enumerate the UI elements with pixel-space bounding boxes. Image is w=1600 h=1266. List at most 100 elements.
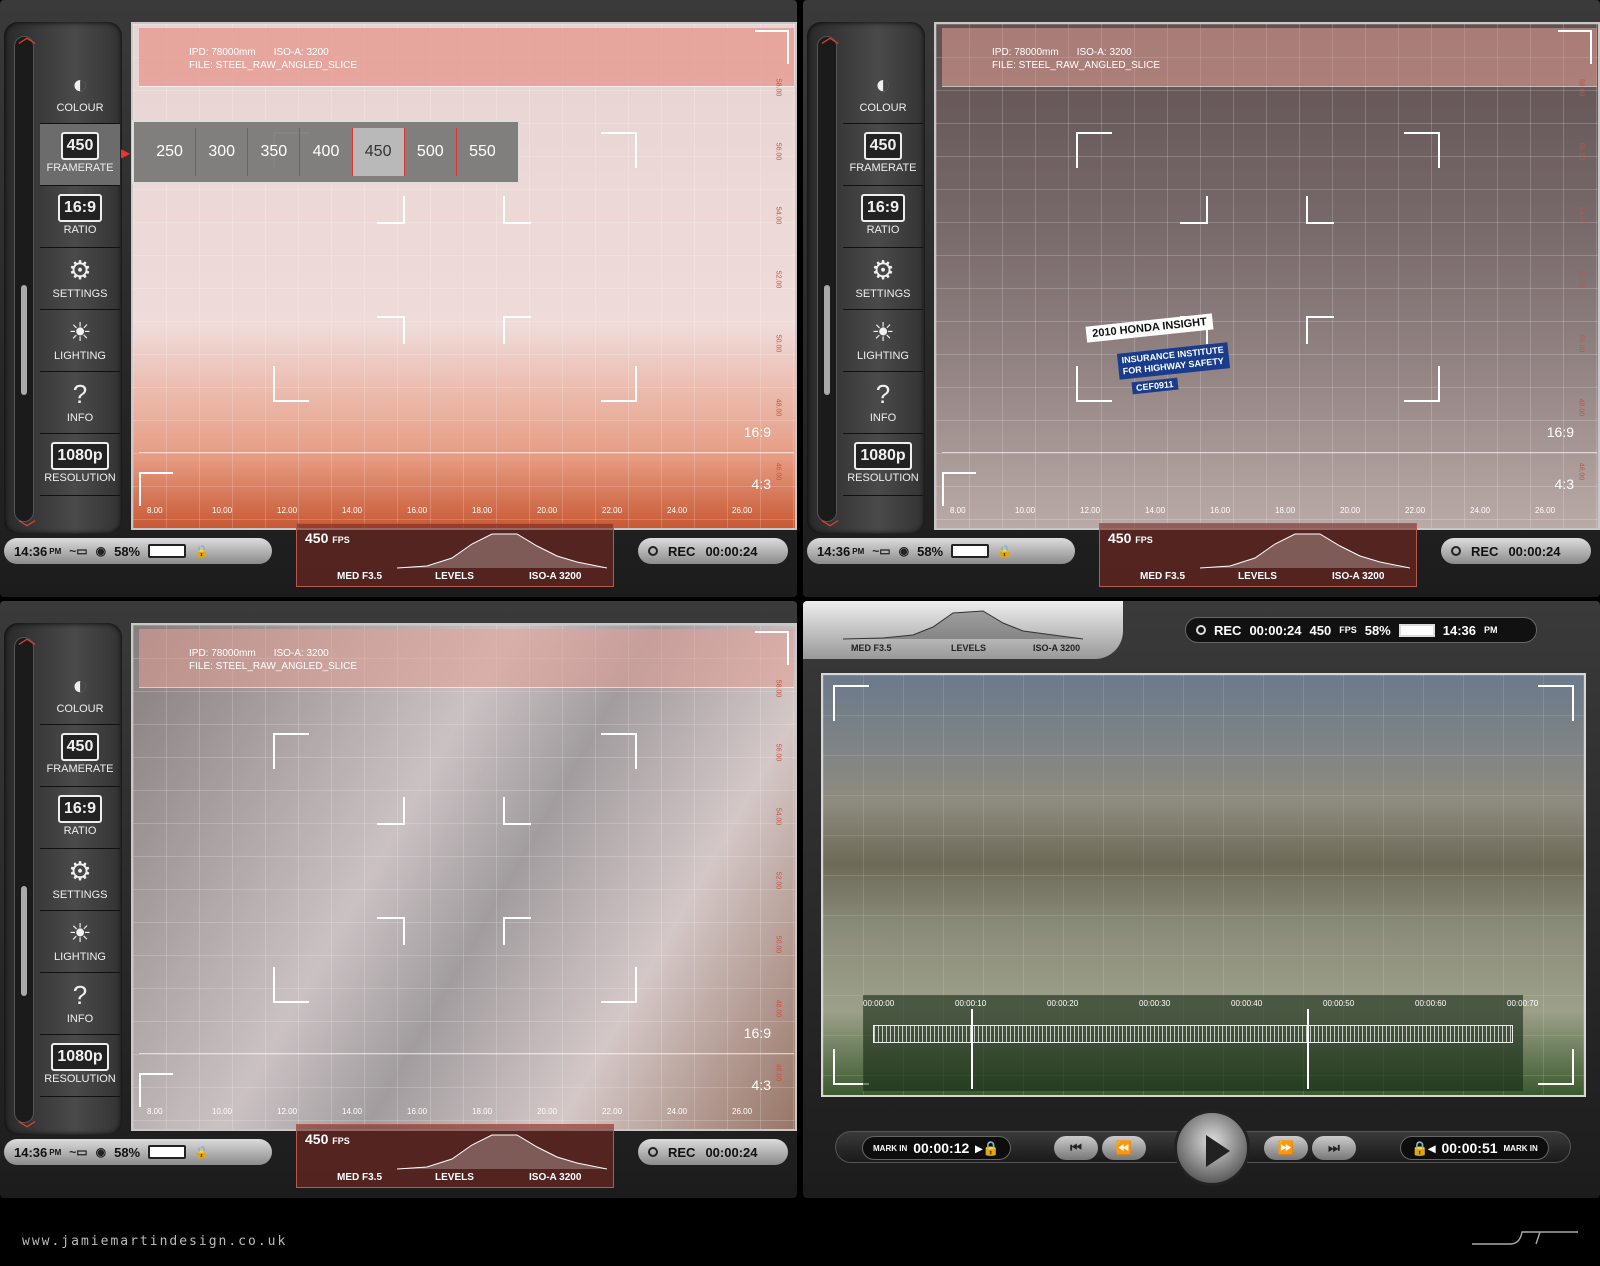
mark-out-handle[interactable] <box>1307 1009 1309 1089</box>
framerate-icon: 450 <box>60 132 100 160</box>
camera-mode-icon[interactable]: ~▭ <box>872 544 890 558</box>
framerate-option[interactable]: 550 <box>455 128 508 176</box>
framerate-option[interactable]: 400 <box>299 128 351 176</box>
menu-item-ratio[interactable]: 16:9 RATIO <box>40 186 120 248</box>
chevron-up-icon[interactable]: ︿ <box>16 28 38 46</box>
resolution-icon: 1080p <box>51 442 109 470</box>
record-control[interactable]: REC 00:00:24 <box>1441 538 1591 564</box>
chevron-down-icon[interactable]: ﹀ <box>819 520 841 538</box>
scroll-thumb[interactable] <box>824 285 830 395</box>
ratio-16-9-label[interactable]: 16:9 <box>744 424 771 440</box>
framerate-selector[interactable]: 250 300 350 400 450 500 550 <box>132 120 520 184</box>
skip-back-button[interactable]: ⏮ <box>1054 1136 1098 1160</box>
mark-in-left[interactable]: MARK IN 00:00:12 ▸🔒 <box>862 1136 1011 1160</box>
menu-item-lighting[interactable]: ☀ LIGHTING <box>40 911 120 973</box>
footer-url[interactable]: www.jamiemartindesign.co.uk <box>22 1234 287 1249</box>
menu-item-colour[interactable]: ◐ COLOUR <box>843 62 923 124</box>
camera-mode-icon[interactable]: ~▭ <box>69 1145 87 1159</box>
rewind-button[interactable]: ⏪ <box>1102 1136 1146 1160</box>
menu-item-framerate[interactable]: 450 FRAMERATE <box>843 124 923 186</box>
framerate-option[interactable]: 250 <box>144 128 195 176</box>
framerate-option[interactable]: 500 <box>403 128 456 176</box>
lock-icon[interactable]: 🔒 <box>997 544 1012 558</box>
focus-corner <box>503 797 531 825</box>
focus-corner <box>1306 196 1334 224</box>
contrast-icon: ◐ <box>875 69 891 99</box>
menu-item-resolution[interactable]: 1080p RESOLUTION <box>40 434 120 496</box>
ratio-4-3-label[interactable]: 4:3 <box>752 476 771 492</box>
framerate-option[interactable]: 300 <box>195 128 247 176</box>
menu-item-framerate[interactable]: 450 FRAMERATE <box>40 124 120 186</box>
ratio-16-9-label[interactable]: 16:9 <box>744 1025 771 1041</box>
menu-item-ratio[interactable]: 16:9 RATIO <box>40 787 120 849</box>
camera-mode-icon[interactable]: ~▭ <box>69 544 87 558</box>
aperture-label: MED F3.5 <box>337 1172 383 1183</box>
viewfinder[interactable]: IPD: 78000mm ISO-A: 3200 FILE: STEEL_RAW_A… <box>934 22 1600 530</box>
rec-label: REC <box>668 1144 696 1160</box>
menu-item-lighting[interactable]: ☀ LIGHTING <box>843 310 923 372</box>
menu-item-settings[interactable]: ⚙ SETTINGS <box>40 849 120 911</box>
scroll-thumb[interactable] <box>21 886 27 996</box>
play-button[interactable] <box>1174 1110 1250 1186</box>
framerate-option[interactable]: 450 <box>351 128 404 176</box>
menu-label: COLOUR <box>56 102 104 114</box>
record-icon <box>648 1147 658 1157</box>
fps-value: 450 <box>305 1131 329 1147</box>
menu-label: RATIO <box>63 825 97 837</box>
lock-icon[interactable]: 🔒 <box>194 544 209 558</box>
menu-item-settings[interactable]: ⚙ SETTINGS <box>40 248 120 310</box>
ratio-4-3-label[interactable]: 4:3 <box>1555 476 1574 492</box>
menu-scrollbar[interactable] <box>14 36 34 522</box>
skip-forward-button[interactable]: ⏭ <box>1312 1136 1356 1160</box>
ratio-4-3-label[interactable]: 4:3 <box>752 1077 771 1093</box>
scale-tick: 56.00 <box>774 743 782 762</box>
chevron-down-icon[interactable]: ﹀ <box>16 520 38 538</box>
record-icon[interactable]: ◉ <box>96 1145 106 1159</box>
chevron-up-icon[interactable]: ︿ <box>819 28 841 46</box>
chevron-up-icon[interactable]: ︿ <box>16 629 38 647</box>
vertical-scale: 58.00 56.00 54.00 52.00 50.00 48.00 46.00 <box>773 79 785 481</box>
battery-icon <box>951 544 990 558</box>
menu-scrollbar[interactable] <box>817 36 837 522</box>
focus-corner <box>503 917 531 945</box>
viewfinder[interactable]: IPD: 78000mm ISO-A: 3200 FILE: STEEL_RAW_A… <box>131 22 797 530</box>
chevron-down-icon[interactable]: ﹀ <box>16 1121 38 1139</box>
menu-item-ratio[interactable]: 16:9 RATIO <box>843 186 923 248</box>
timeline[interactable]: 00:00:00 00:00:10 00:00:20 00:00:30 00:00:40… <box>863 995 1538 1091</box>
record-control[interactable]: REC 00:00:24 <box>638 538 788 564</box>
menu-item-info[interactable]: ? INFO <box>843 372 923 434</box>
lock-icon[interactable]: 🔒 <box>194 1145 209 1159</box>
menu-item-framerate[interactable]: 450 FRAMERATE <box>40 725 120 787</box>
scroll-thumb[interactable] <box>21 285 27 395</box>
record-icon[interactable] <box>1196 625 1206 635</box>
timeline-scrubber[interactable] <box>873 1025 1513 1043</box>
focus-corner <box>601 366 637 402</box>
framerate-option[interactable]: 350 <box>247 128 299 176</box>
fast-forward-button[interactable]: ⏩ <box>1264 1136 1308 1160</box>
levels-panel: 450 FPS MED F3.5 LEVELS ISO-A 3200 <box>296 523 614 587</box>
viewfinder[interactable]: IPD: 78000mm ISO-A: 3200 FILE: STEEL_RAW_A… <box>131 623 797 1131</box>
menu-item-colour[interactable]: ◐ COLOUR <box>40 62 120 124</box>
video-viewport[interactable]: 00:00:00 00:00:10 00:00:20 00:00:30 00:00:40… <box>821 673 1586 1097</box>
levels-label: LEVELS <box>1238 571 1277 582</box>
scale-tick: 8.00 <box>950 506 966 515</box>
record-control[interactable]: REC 00:00:24 <box>638 1139 788 1165</box>
menu-scrollbar[interactable] <box>14 637 34 1123</box>
menu-item-colour[interactable]: ◐ COLOUR <box>40 663 120 725</box>
file-meta: IPD: 78000mm ISO-A: 3200 FILE: STEEL_RAW_A… <box>189 46 375 72</box>
menu-item-resolution[interactable]: 1080p RESOLUTION <box>40 1035 120 1097</box>
aperture-label: MED F3.5 <box>1140 571 1186 582</box>
menu-item-info[interactable]: ? INFO <box>40 372 120 434</box>
menu-item-info[interactable]: ? INFO <box>40 973 120 1035</box>
ratio-16-9-label[interactable]: 16:9 <box>1547 424 1574 440</box>
fps-unit: FPS <box>332 535 350 545</box>
menu-item-resolution[interactable]: 1080p RESOLUTION <box>843 434 923 496</box>
menu-item-settings[interactable]: ⚙ SETTINGS <box>843 248 923 310</box>
mark-in-handle[interactable] <box>971 1009 973 1089</box>
record-icon[interactable]: ◉ <box>96 544 106 558</box>
scale-tick: 54.00 <box>774 807 782 826</box>
record-icon[interactable]: ◉ <box>899 544 909 558</box>
scale-tick: 48.00 <box>774 999 782 1018</box>
menu-item-lighting[interactable]: ☀ LIGHTING <box>40 310 120 372</box>
mark-in-right[interactable]: 🔒◂ 00:00:51 MARK IN <box>1400 1136 1549 1160</box>
